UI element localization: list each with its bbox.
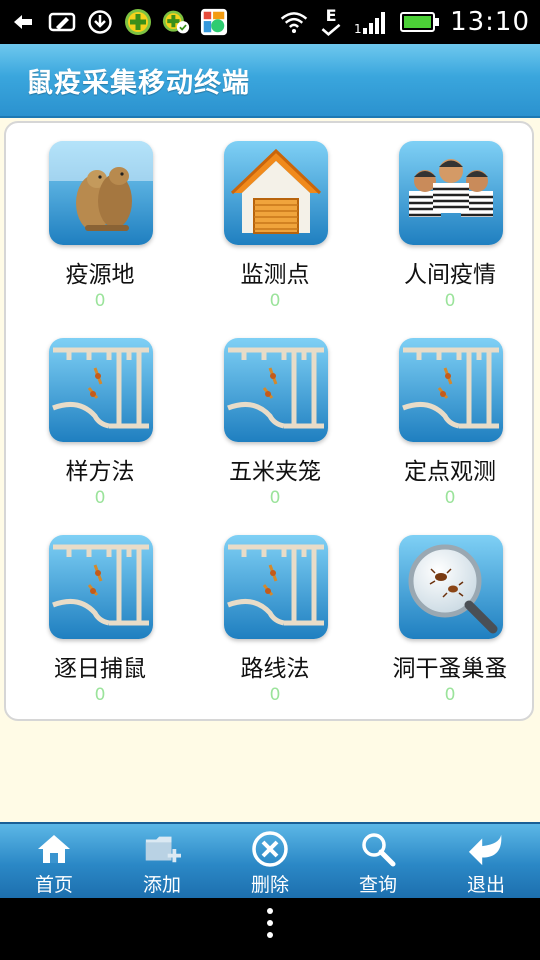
grid-item-count: 0 <box>444 685 456 705</box>
home-icon <box>35 830 73 868</box>
search-icon <box>359 830 397 868</box>
grid-item-route-method[interactable]: 路线法 0 <box>187 517 363 713</box>
trap-icon <box>49 535 153 639</box>
system-nav-bar <box>0 898 540 960</box>
nav-label: 退出 <box>466 874 505 896</box>
grid-item-label: 监测点 <box>240 262 310 288</box>
grid-item-count: 0 <box>269 488 281 508</box>
function-grid: 疫源地 0 监测点 0 人间疫情 0 样方法 0 五米夹笼 0 定点观测 0 逐… <box>6 123 532 719</box>
wifi-icon <box>280 8 308 36</box>
store-icon <box>200 8 228 36</box>
network-check-icon: E <box>318 8 344 36</box>
grid-item-label: 洞干蚤巢蚤 <box>392 656 508 682</box>
grid-item-count: 0 <box>444 488 456 508</box>
grid-item-label: 五米夹笼 <box>229 459 321 485</box>
delete-icon <box>251 830 289 868</box>
function-panel: 疫源地 0 监测点 0 人间疫情 0 样方法 0 五米夹笼 0 定点观测 0 逐… <box>4 121 534 721</box>
trap-icon <box>399 338 503 442</box>
network-type-label: E <box>325 6 337 25</box>
app-header: 鼠疫采集移动终端 <box>0 44 540 118</box>
nav-label: 添加 <box>142 874 181 896</box>
nav-home-button[interactable]: 首页 <box>0 824 108 898</box>
grid-item-label: 路线法 <box>240 656 310 682</box>
battery-icon <box>400 8 440 36</box>
bottom-nav: 首页 添加 删除 查询 退出 <box>0 822 540 898</box>
trap-icon <box>49 338 153 442</box>
back-arrow-icon <box>467 830 505 868</box>
marmot-icon <box>49 141 153 245</box>
nav-label: 查询 <box>358 874 397 896</box>
trap-icon <box>224 535 328 639</box>
grid-item-count: 0 <box>269 685 281 705</box>
trap-icon <box>224 338 328 442</box>
grid-item-human-epidemic[interactable]: 人间疫情 0 <box>362 123 538 319</box>
grid-item-epidemic-source[interactable]: 疫源地 0 <box>12 123 188 319</box>
nav-label: 删除 <box>250 874 289 896</box>
grid-item-label: 逐日捕鼠 <box>54 656 146 682</box>
signal-icon: 1 <box>354 8 390 36</box>
nav-add-button[interactable]: 添加 <box>108 824 216 898</box>
grid-item-count: 0 <box>269 291 281 311</box>
nav-label: 首页 <box>34 874 73 896</box>
clock: 13:10 <box>450 7 530 37</box>
grid-item-count: 0 <box>94 291 106 311</box>
edit-icon <box>48 8 76 36</box>
grid-item-label: 人间疫情 <box>404 262 496 288</box>
grid-item-count: 0 <box>444 291 456 311</box>
download-icon <box>86 8 114 36</box>
people-icon <box>399 141 503 245</box>
status-bar: E 1 13:10 <box>0 0 540 44</box>
nav-exit-button[interactable]: 退出 <box>432 824 540 898</box>
plus-app-icon <box>124 8 152 36</box>
grid-item-burrow-nest-flea[interactable]: 洞干蚤巢蚤 0 <box>362 517 538 713</box>
usb-icon <box>10 8 38 36</box>
house-icon <box>224 141 328 245</box>
grid-item-label: 疫源地 <box>65 262 135 288</box>
grid-item-label: 定点观测 <box>404 459 496 485</box>
nav-search-button[interactable]: 查询 <box>324 824 432 898</box>
svg-text:1: 1 <box>354 22 362 35</box>
grid-item-daily-trapping[interactable]: 逐日捕鼠 0 <box>12 517 188 713</box>
grid-item-fixed-point-observation[interactable]: 定点观测 0 <box>362 320 538 516</box>
grid-item-label: 样方法 <box>65 459 135 485</box>
nav-delete-button[interactable]: 删除 <box>216 824 324 898</box>
grid-item-count: 0 <box>94 685 106 705</box>
page-title: 鼠疫采集移动终端 <box>26 67 250 99</box>
grid-item-count: 0 <box>94 488 106 508</box>
grid-item-monitoring-point[interactable]: 监测点 0 <box>187 123 363 319</box>
magnifier-flea-icon <box>399 535 503 639</box>
overflow-menu-icon[interactable] <box>266 908 274 948</box>
add-folder-icon <box>143 830 181 868</box>
grid-item-quadrat-method[interactable]: 样方法 0 <box>12 320 188 516</box>
grid-item-five-meter-cage[interactable]: 五米夹笼 0 <box>187 320 363 516</box>
plus-app-check-icon <box>162 8 190 36</box>
